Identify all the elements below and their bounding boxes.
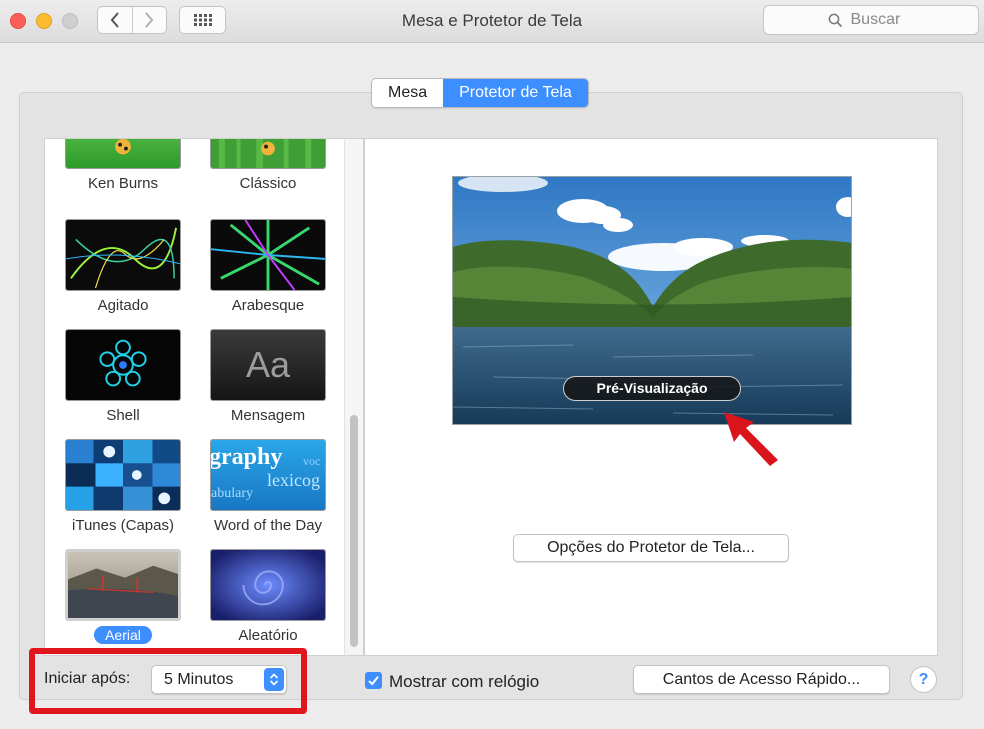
chevron-right-icon — [145, 12, 154, 28]
start-after-select[interactable]: 5 Minutos — [151, 665, 287, 694]
forward-button[interactable] — [131, 7, 167, 33]
back-forward-group — [97, 6, 167, 34]
screensaver-label: Shell — [106, 407, 140, 424]
message-glyph: Aa — [245, 344, 291, 385]
zoom-window-button[interactable] — [62, 13, 78, 29]
updown-arrows-icon — [264, 668, 284, 691]
screensaver-thumbnail: Aa — [210, 329, 326, 401]
screensaver-thumbnail — [210, 219, 326, 291]
screensaver-label: Aerial — [63, 626, 183, 644]
start-after-label: Iniciar após: — [44, 670, 131, 687]
screensaver-thumbnail — [210, 549, 326, 621]
screensaver-agitado[interactable]: Agitado — [63, 219, 183, 329]
screensaver-label: Clássico — [239, 175, 297, 192]
screensaver-shell[interactable]: Shell — [63, 329, 183, 439]
word-thumbnail-text: voc — [303, 454, 321, 468]
show-all-button[interactable] — [179, 6, 226, 34]
screensaver-label: Aleatório — [238, 627, 298, 644]
checkmark-icon — [368, 676, 379, 686]
hot-corners-button[interactable]: Cantos de Acesso Rápido... — [633, 665, 890, 694]
tab-protetor-de-tela[interactable]: Protetor de Tela — [443, 79, 588, 107]
screensaver-thumbnail — [65, 549, 181, 621]
screensaver-label: Word of the Day — [213, 517, 323, 534]
screensaver-thumbnail — [65, 329, 181, 401]
grid-icon — [193, 14, 212, 26]
screensaver-aerial[interactable]: Aerial — [63, 549, 183, 655]
preview-button[interactable]: Pré-Visualização — [563, 376, 741, 401]
word-thumbnail-text: graphy — [210, 444, 283, 470]
screensaver-aleatorio[interactable]: Aleatório — [208, 549, 328, 655]
screensaver-itunes-capas[interactable]: iTunes (Capas) — [63, 439, 183, 549]
screensaver-mensagem[interactable]: Aa Mensagem — [208, 329, 328, 439]
screensaver-options-button[interactable]: Opções do Protetor de Tela... — [513, 534, 789, 562]
search-field[interactable] — [763, 5, 979, 35]
screensaver-label: Ken Burns — [87, 175, 159, 192]
screensaver-thumbnail — [210, 139, 326, 169]
screensaver-label: Agitado — [97, 297, 149, 314]
start-after-value: 5 Minutos — [164, 671, 234, 688]
list-scrollbar[interactable] — [344, 138, 364, 656]
screensaver-arabesque[interactable]: Arabesque — [208, 219, 328, 329]
search-input[interactable] — [848, 10, 915, 30]
minimize-window-button[interactable] — [36, 13, 52, 29]
chevron-left-icon — [110, 12, 119, 28]
screensaver-list[interactable]: Ken Burns Clássico Agitado Arabesque She… — [44, 138, 364, 656]
screensaver-classico[interactable]: Clássico — [208, 139, 328, 207]
screensaver-thumbnail — [65, 219, 181, 291]
tab-mesa[interactable]: Mesa — [372, 79, 443, 107]
screensaver-label: Arabesque — [231, 297, 305, 314]
help-button[interactable]: ? — [910, 666, 937, 693]
screensaver-ken-burns[interactable]: Ken Burns — [63, 139, 183, 207]
close-window-button[interactable] — [10, 13, 26, 29]
screensaver-thumbnail — [65, 139, 181, 169]
show-clock-label[interactable]: Mostrar com relógio — [389, 672, 539, 692]
screensaver-word-of-the-day[interactable]: graphy voc lexicog abulary Word of the D… — [208, 439, 328, 549]
word-thumbnail-text: lexicog — [267, 470, 320, 490]
tab-bar: Mesa Protetor de Tela — [371, 78, 589, 108]
back-button[interactable] — [98, 7, 132, 33]
screensaver-thumbnail — [65, 439, 181, 511]
screensaver-label: iTunes (Capas) — [72, 517, 174, 534]
annotation-arrow-icon — [724, 412, 778, 466]
screensaver-thumbnail: graphy voc lexicog abulary — [210, 439, 326, 511]
title-bar: Mesa e Protetor de Tela — [0, 0, 984, 43]
scrollbar-thumb[interactable] — [350, 415, 358, 647]
screensaver-label: Mensagem — [230, 407, 306, 424]
search-icon — [828, 13, 842, 27]
selected-label-pill: Aerial — [94, 626, 152, 644]
show-clock-checkbox[interactable] — [365, 672, 382, 689]
word-thumbnail-text: abulary — [211, 486, 253, 501]
